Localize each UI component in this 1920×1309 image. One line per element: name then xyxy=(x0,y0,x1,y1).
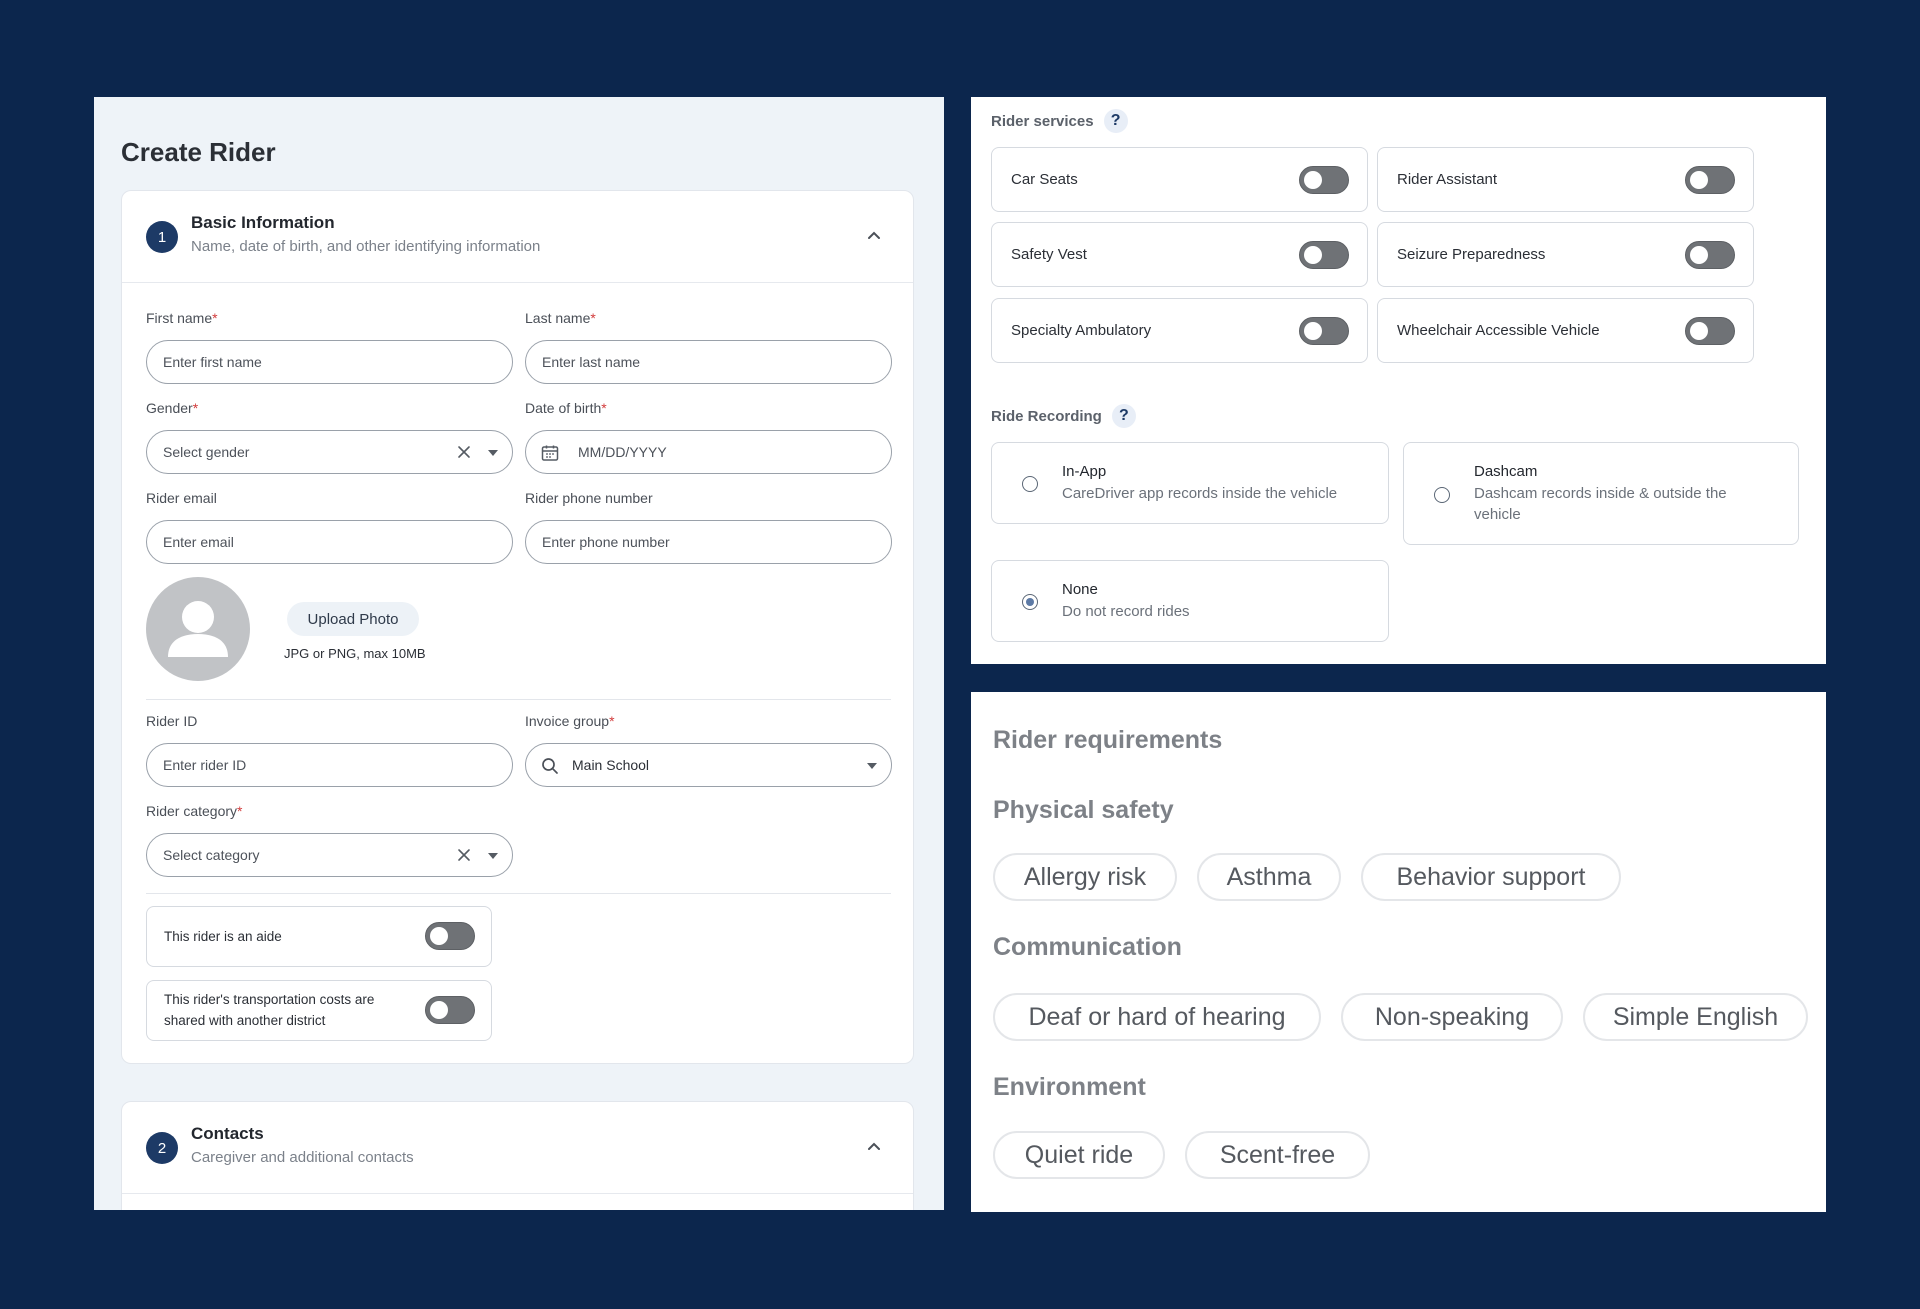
car-seats-toggle[interactable] xyxy=(1299,166,1349,194)
safety-vest-toggle[interactable] xyxy=(1299,241,1349,269)
shared-costs-toggle-row: This rider's transportation costs are sh… xyxy=(146,980,492,1041)
toggle-knob xyxy=(1690,322,1708,340)
rider-id-label: Rider ID xyxy=(146,713,198,729)
rider-requirements-title: Rider requirements xyxy=(993,726,1223,754)
service-specialty-ambulatory: Specialty Ambulatory xyxy=(991,298,1368,363)
section-title: Contacts xyxy=(191,1124,264,1143)
caret-down-icon[interactable] xyxy=(488,450,498,456)
rider-category-select[interactable]: Select category xyxy=(146,833,513,877)
service-car-seats: Car Seats xyxy=(991,147,1368,212)
help-icon[interactable]: ? xyxy=(1111,404,1136,428)
first-name-input[interactable]: Enter first name xyxy=(146,340,513,384)
group-communication: Communication xyxy=(993,933,1182,961)
toggle-knob xyxy=(430,1001,448,1019)
caret-down-icon[interactable] xyxy=(867,763,877,769)
rider-services-panel: Rider services ? Car Seats Rider Assista… xyxy=(971,97,1826,664)
radio-in-app[interactable] xyxy=(1022,476,1038,492)
divider xyxy=(146,699,891,700)
step-badge: 2 xyxy=(146,1132,178,1164)
radio-none[interactable] xyxy=(1022,594,1038,610)
email-input[interactable]: Enter email xyxy=(146,520,513,564)
recording-option-dashcam[interactable]: Dashcam Dashcam records inside & outside… xyxy=(1403,442,1799,545)
rider-services-label: Rider services ? xyxy=(991,109,1128,133)
help-icon[interactable]: ? xyxy=(1103,109,1128,133)
rider-id-input[interactable]: Enter rider ID xyxy=(146,743,513,787)
recording-option-none[interactable]: None Do not record rides xyxy=(991,560,1389,642)
wheelchair-accessible-toggle[interactable] xyxy=(1685,317,1735,345)
toggle-knob xyxy=(1690,246,1708,264)
contacts-card: 2 Contacts Caregiver and additional cont… xyxy=(121,1101,914,1210)
specialty-ambulatory-toggle[interactable] xyxy=(1299,317,1349,345)
group-physical-safety: Physical safety xyxy=(993,796,1174,824)
toggle-knob xyxy=(1304,171,1322,189)
phone-input[interactable]: Enter phone number xyxy=(525,520,892,564)
clear-icon[interactable] xyxy=(456,847,472,863)
email-label: Rider email xyxy=(146,490,217,506)
phone-label: Rider phone number xyxy=(525,490,653,506)
chip-non-speaking[interactable]: Non-speaking xyxy=(1341,993,1563,1041)
caret-down-icon[interactable] xyxy=(488,853,498,859)
calendar-icon[interactable] xyxy=(540,443,560,463)
basic-information-card: 1 Basic Information Name, date of birth,… xyxy=(121,190,914,1064)
first-name-label: First name* xyxy=(146,310,218,326)
step-badge: 1 xyxy=(146,221,178,253)
clear-icon[interactable] xyxy=(456,444,472,460)
invoice-group-select[interactable]: Main School xyxy=(525,743,892,787)
chip-deaf-or-hard-of-hearing[interactable]: Deaf or hard of hearing xyxy=(993,993,1321,1041)
upload-photo-button[interactable]: Upload Photo xyxy=(287,602,419,636)
rider-assistant-toggle[interactable] xyxy=(1685,166,1735,194)
search-icon xyxy=(542,758,558,774)
chip-simple-english[interactable]: Simple English xyxy=(1583,993,1808,1041)
dob-label: Date of birth* xyxy=(525,400,607,416)
upload-hint: JPG or PNG, max 10MB xyxy=(284,646,426,661)
chip-scent-free[interactable]: Scent-free xyxy=(1185,1131,1370,1179)
aide-toggle[interactable] xyxy=(425,922,475,950)
shared-costs-toggle[interactable] xyxy=(425,996,475,1024)
chip-asthma[interactable]: Asthma xyxy=(1197,853,1341,901)
basic-information-header[interactable]: 1 Basic Information Name, date of birth,… xyxy=(122,191,913,283)
service-rider-assistant: Rider Assistant xyxy=(1377,147,1754,212)
chevron-up-icon[interactable] xyxy=(865,1138,883,1156)
gender-label: Gender* xyxy=(146,400,199,416)
toggle-knob xyxy=(430,927,448,945)
last-name-label: Last name* xyxy=(525,310,596,326)
toggle-knob xyxy=(1690,171,1708,189)
user-silhouette-icon xyxy=(168,601,228,657)
section-subtitle: Name, date of birth, and other identifyi… xyxy=(191,238,541,255)
section-subtitle: Caregiver and additional contacts xyxy=(191,1149,414,1166)
avatar xyxy=(146,577,250,681)
service-seizure-preparedness: Seizure Preparedness xyxy=(1377,222,1754,287)
aide-toggle-label: This rider is an aide xyxy=(164,929,282,944)
group-environment: Environment xyxy=(993,1073,1146,1101)
create-rider-panel: Create Rider 1 Basic Information Name, d… xyxy=(94,97,944,1210)
chip-behavior-support[interactable]: Behavior support xyxy=(1361,853,1621,901)
dob-input[interactable]: MM/DD/YYYY xyxy=(525,430,892,474)
contacts-header[interactable]: 2 Contacts Caregiver and additional cont… xyxy=(122,1102,913,1194)
rider-requirements-panel: Rider requirements Physical safety Aller… xyxy=(971,692,1826,1212)
chip-quiet-ride[interactable]: Quiet ride xyxy=(993,1131,1165,1179)
service-safety-vest: Safety Vest xyxy=(991,222,1368,287)
service-wheelchair-accessible: Wheelchair Accessible Vehicle xyxy=(1377,298,1754,363)
radio-dashcam[interactable] xyxy=(1434,487,1450,503)
page-title: Create Rider xyxy=(121,137,276,167)
toggle-knob xyxy=(1304,322,1322,340)
aide-toggle-row: This rider is an aide xyxy=(146,906,492,967)
invoice-group-label: Invoice group* xyxy=(525,713,615,729)
ride-recording-label: Ride Recording ? xyxy=(991,404,1136,428)
seizure-preparedness-toggle[interactable] xyxy=(1685,241,1735,269)
chip-allergy-risk[interactable]: Allergy risk xyxy=(993,853,1177,901)
gender-select[interactable]: Select gender xyxy=(146,430,513,474)
section-title: Basic Information xyxy=(191,213,335,232)
chevron-up-icon[interactable] xyxy=(865,227,883,245)
toggle-knob xyxy=(1304,246,1322,264)
divider xyxy=(146,893,891,894)
rider-category-label: Rider category* xyxy=(146,803,243,819)
last-name-input[interactable]: Enter last name xyxy=(525,340,892,384)
recording-option-in-app[interactable]: In-App CareDriver app records inside the… xyxy=(991,442,1389,524)
shared-costs-toggle-label: This rider's transportation costs are sh… xyxy=(164,992,375,1028)
